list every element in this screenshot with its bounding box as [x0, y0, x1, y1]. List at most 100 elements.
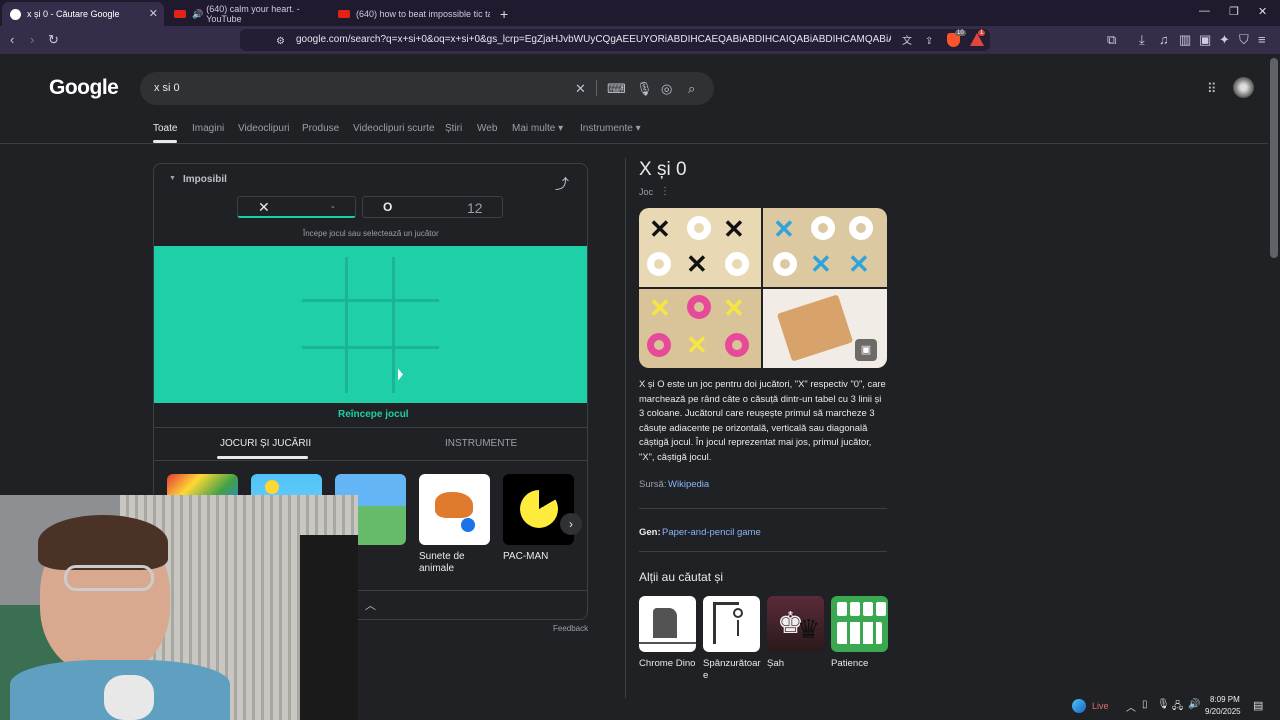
sidebar-icon[interactable]: ▥: [1179, 32, 1191, 48]
mic-tray-icon[interactable]: 🎙: [1157, 699, 1170, 710]
pink-yellow-xo-image[interactable]: ✕ ✕ ✕: [639, 289, 761, 368]
clock-time[interactable]: 8:09 PM: [1210, 695, 1240, 704]
lens-icon[interactable]: ◎: [661, 81, 672, 97]
patience-label[interactable]: Patience: [831, 658, 893, 670]
gallery-icon[interactable]: ▣: [855, 339, 877, 361]
tab-more[interactable]: Mai multe ▾: [512, 123, 563, 134]
tab-google-search[interactable]: x și 0 - Căutare Google ✕: [2, 2, 164, 26]
leo-icon[interactable]: ✦: [1219, 32, 1230, 48]
more-options-icon[interactable]: ⋮: [660, 186, 670, 197]
tab-short-videos[interactable]: Videoclipuri scurte: [353, 123, 435, 134]
new-tab-button[interactable]: +: [500, 6, 508, 22]
chrome-dino-label[interactable]: Chrome Dino: [639, 658, 701, 670]
player-x-box[interactable]: [237, 196, 356, 218]
search-icon[interactable]: ⌕: [688, 81, 695, 97]
feedback-link[interactable]: Feedback: [553, 624, 588, 633]
wikipedia-link[interactable]: Wikipedia: [668, 479, 709, 490]
shields-badge: 10: [955, 30, 966, 36]
next-games-button[interactable]: ›: [560, 513, 582, 535]
keyboard-icon[interactable]: ⌨: [607, 81, 626, 97]
animal-sounds-tile[interactable]: [419, 474, 490, 545]
wallet-icon[interactable]: ▣: [1199, 32, 1211, 48]
url-text[interactable]: google.com/search?q=x+si+0&oq=x+si+0&gs_…: [296, 34, 891, 45]
download-icon[interactable]: ⤓: [1139, 32, 1145, 48]
animal-sounds-label: Sunete de animale: [419, 551, 465, 574]
games-tab-indicator: [217, 456, 308, 459]
board-line-h1: [302, 299, 439, 302]
pacman-tile[interactable]: [503, 474, 574, 545]
share-icon[interactable]: ⇪: [925, 34, 933, 50]
close-tab-icon[interactable]: ✕: [149, 7, 158, 20]
live-icon[interactable]: [1072, 699, 1086, 713]
panel-image-grid[interactable]: ✕ ✕ ✕ ✕ ✕ ✕ ✕ ✕ ✕ ▣: [639, 208, 887, 368]
live-label[interactable]: Live: [1092, 701, 1109, 711]
tab-games-toys[interactable]: JOCURI ȘI JUCĂRII: [220, 438, 311, 449]
site-settings-icon[interactable]: ⚙: [276, 34, 285, 50]
minimize-button[interactable]: —: [1199, 5, 1210, 17]
tab-images[interactable]: Imagini: [192, 123, 224, 134]
tab-products[interactable]: Produse: [302, 123, 339, 134]
tab-web[interactable]: Web: [477, 123, 497, 134]
forward-icon[interactable]: ›: [30, 32, 34, 48]
youtube-favicon-icon: [174, 10, 186, 18]
tab-instruments[interactable]: INSTRUMENTE: [445, 438, 517, 449]
blue-xo-image[interactable]: ✕ ✕ ✕: [763, 208, 887, 287]
tab-youtube-calm[interactable]: 🔊 (640) calm your heart. - YouTube: [166, 2, 328, 26]
game-board[interactable]: [154, 246, 587, 403]
tab-all[interactable]: Toate: [153, 123, 177, 134]
board-line-v1: [345, 257, 348, 393]
search-box[interactable]: [140, 72, 714, 105]
tab-videos[interactable]: Videoclipuri: [238, 123, 290, 134]
genre-link[interactable]: Paper-and-pencil game: [662, 527, 761, 538]
restart-button[interactable]: Reîncepe jocul: [338, 409, 409, 420]
panel-separator: [639, 551, 887, 552]
close-window-button[interactable]: ✕: [1258, 5, 1267, 18]
chess-label[interactable]: Șah: [767, 658, 829, 670]
menu-icon[interactable]: ≡: [1258, 32, 1266, 48]
media-icon[interactable]: ♫: [1159, 32, 1169, 48]
xo-board-image[interactable]: ✕ ✕ ✕: [639, 208, 761, 287]
also-searched-title: Alții au căutat și: [639, 570, 724, 584]
webcam-overlay: [0, 495, 358, 720]
tab-label: x și 0 - Căutare Google: [27, 9, 120, 19]
tab-label: (640) how to beat impossible tic tac t: [356, 9, 490, 19]
chrome-dino-image[interactable]: [639, 596, 696, 652]
reload-icon[interactable]: ↻: [48, 32, 59, 48]
caret-down-icon[interactable]: ▼: [169, 175, 176, 182]
back-icon[interactable]: ‹: [10, 32, 14, 48]
card-divider: [154, 427, 587, 428]
search-input[interactable]: x si 0: [154, 82, 180, 94]
tab-tools[interactable]: Instrumente ▾: [580, 123, 641, 134]
hangman-image[interactable]: [703, 596, 760, 652]
google-logo[interactable]: Google: [49, 76, 119, 100]
x-symbol: ✕: [258, 199, 270, 215]
volume-icon[interactable]: 🔊: [1188, 699, 1200, 710]
microphone-icon[interactable]: 🎙: [636, 81, 653, 97]
tab-news[interactable]: Știri: [445, 123, 462, 134]
translate-icon[interactable]: 文: [902, 34, 912, 50]
scrollbar[interactable]: [1270, 58, 1278, 258]
chess-image[interactable]: ♚ ♛: [767, 596, 824, 652]
tray-chevron-icon[interactable]: ︿: [1126, 699, 1136, 714]
restore-button[interactable]: ❐: [1229, 5, 1239, 18]
panel-description: X și O este un joc pentru doi jucători, …: [639, 378, 886, 462]
speaker-icon: 🔊: [192, 8, 204, 19]
hangman-label[interactable]: Spânzurătoare: [703, 658, 763, 682]
patience-image[interactable]: [831, 596, 888, 652]
network-icon[interactable]: 🖧: [1172, 699, 1183, 716]
tab-youtube-tictactoe[interactable]: (640) how to beat impossible tic tac t: [330, 2, 490, 26]
difficulty-select[interactable]: Imposibil: [183, 174, 227, 185]
sidebar-tabs-icon[interactable]: ⧉: [1107, 32, 1116, 48]
x-score: -: [331, 201, 335, 213]
apps-grid-icon[interactable]: ⠿: [1207, 81, 1217, 97]
collapse-chevron-icon[interactable]: ︿: [365, 597, 376, 613]
vpn-icon[interactable]: ⛉: [1239, 32, 1249, 48]
panel-subtitle: Joc: [639, 187, 654, 197]
share-icon[interactable]: ⤴: [555, 174, 569, 194]
board-line-v2: [392, 257, 395, 393]
avatar[interactable]: [1233, 77, 1254, 98]
clock-date[interactable]: 9/20/2025: [1205, 707, 1241, 716]
wooden-board-image[interactable]: ▣: [763, 289, 887, 368]
notifications-icon[interactable]: ▤: [1253, 699, 1263, 712]
clear-search-icon[interactable]: ✕: [575, 81, 586, 97]
